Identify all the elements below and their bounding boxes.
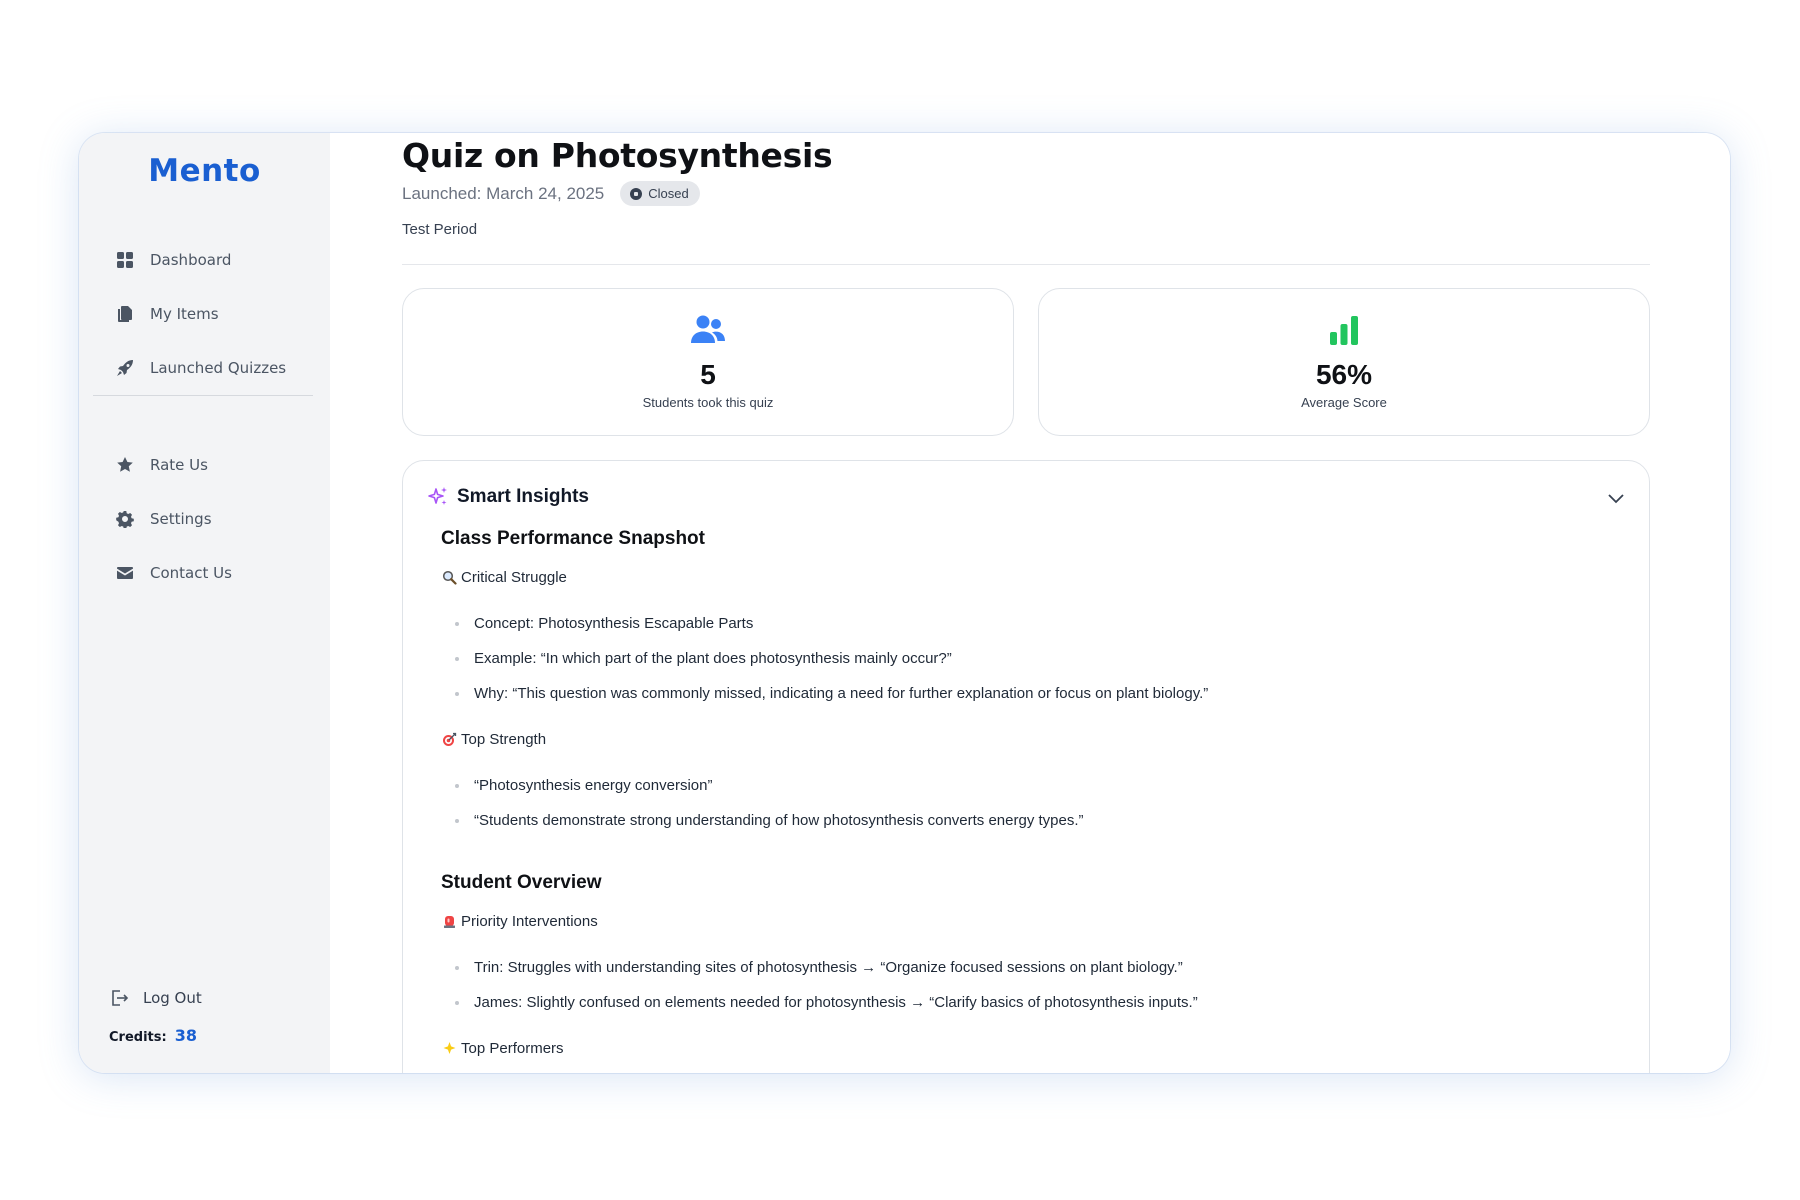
chevron-down-icon [1608, 494, 1624, 504]
logout-icon [112, 990, 129, 1006]
list-item: “Students demonstrate strong understandi… [455, 812, 1084, 829]
snapshot-heading: Class Performance Snapshot [441, 528, 705, 549]
list-item: James: Slightly confused on elements nee… [455, 994, 1198, 1011]
sidebar-item-launched-quizzes[interactable]: Launched Quizzes [116, 341, 316, 395]
credits-value: 38 [174, 1026, 197, 1045]
critical-struggle-heading: Critical Struggle [441, 569, 567, 586]
sidebar-item-label: Dashboard [150, 251, 232, 269]
gear-icon [116, 510, 134, 528]
logout-button[interactable]: Log Out [109, 988, 202, 1008]
envelope-icon [116, 564, 134, 582]
sidebar-item-label: Rate Us [150, 456, 208, 474]
magnifier-icon [441, 569, 458, 586]
list-item: Trin: Struggles with understanding sites… [455, 959, 1183, 976]
collapse-toggle[interactable] [1607, 489, 1625, 507]
top-performers-label: Top Performers [461, 1040, 564, 1057]
credits: Credits: 38 [109, 1026, 197, 1045]
quiz-meta: Launched: March 24, 2025 Closed [402, 181, 700, 206]
smart-insights-panel: Smart Insights Class Performance Snapsho… [402, 460, 1650, 1073]
header-divider [402, 264, 1650, 265]
list-item: Example: “In which part of the plant doe… [455, 650, 952, 667]
logo[interactable]: Mento [79, 153, 330, 189]
primary-nav: Dashboard My Items Launched Quizzes [116, 233, 316, 395]
top-strength-heading: Top Strength [441, 731, 546, 748]
status-badge: Closed [620, 181, 700, 206]
launch-date: Launched: March 24, 2025 [402, 183, 605, 203]
secondary-nav: Rate Us Settings Contact Us [116, 438, 316, 600]
app-window: Mento Dashboard My Items Launched Quizze… [79, 133, 1730, 1073]
average-score-value: 56% [1315, 359, 1373, 390]
test-period: Test Period [402, 221, 478, 238]
credits-label: Credits: [109, 1030, 167, 1045]
sidebar-divider [93, 395, 313, 396]
students-count: 5 [700, 359, 716, 390]
sidebar-item-contact-us[interactable]: Contact Us [116, 546, 316, 600]
sidebar-item-my-items[interactable]: My Items [116, 287, 316, 341]
students-stat-card: 5 Students took this quiz [402, 288, 1014, 436]
critical-struggle-label: Critical Struggle [461, 569, 567, 586]
top-performers-heading: Top Performers [441, 1040, 564, 1057]
smart-insights-header[interactable]: Smart Insights [427, 486, 589, 508]
grid-icon [116, 251, 134, 269]
student-overview-heading: Student Overview [441, 872, 602, 893]
sidebar-item-label: Settings [150, 510, 212, 528]
sidebar-item-settings[interactable]: Settings [116, 492, 316, 546]
logout-label: Log Out [143, 989, 202, 1007]
sidebar-item-label: My Items [150, 305, 219, 323]
list-item: “Photosynthesis energy conversion” [455, 777, 712, 794]
list-item: Why: “This question was commonly missed,… [455, 685, 1208, 702]
priority-interventions-label: Priority Interventions [461, 913, 598, 930]
stop-icon [630, 187, 643, 200]
priority-interventions-heading: Priority Interventions [441, 913, 598, 930]
star-icon [116, 456, 134, 474]
sidebar-item-dashboard[interactable]: Dashboard [116, 233, 316, 287]
sidebar-item-label: Contact Us [150, 564, 232, 582]
average-score-label: Average Score [1301, 395, 1387, 410]
users-icon [403, 314, 1013, 346]
alarm-icon [441, 913, 458, 930]
top-strength-label: Top Strength [461, 731, 547, 748]
average-score-card: 56% Average Score [1038, 288, 1650, 436]
sparkles-icon [428, 487, 447, 505]
list-item: Concept: Photosynthesis Escapable Parts [455, 615, 753, 632]
sidebar: Mento Dashboard My Items Launched Quizze… [79, 133, 330, 1073]
sidebar-item-label: Launched Quizzes [150, 359, 287, 377]
sparkle-star-icon [441, 1040, 458, 1057]
sidebar-item-rate-us[interactable]: Rate Us [116, 438, 316, 492]
rocket-icon [116, 359, 134, 377]
page-title: Quiz on Photosynthesis [402, 136, 833, 175]
smart-insights-title: Smart Insights [457, 486, 589, 507]
students-label: Students took this quiz [642, 395, 774, 410]
main-content: Quiz on Photosynthesis Launched: March 2… [330, 133, 1730, 1073]
bar-chart-icon [1039, 314, 1649, 346]
target-icon [441, 731, 458, 748]
documents-icon [116, 305, 134, 323]
status-text: Closed [648, 186, 689, 201]
